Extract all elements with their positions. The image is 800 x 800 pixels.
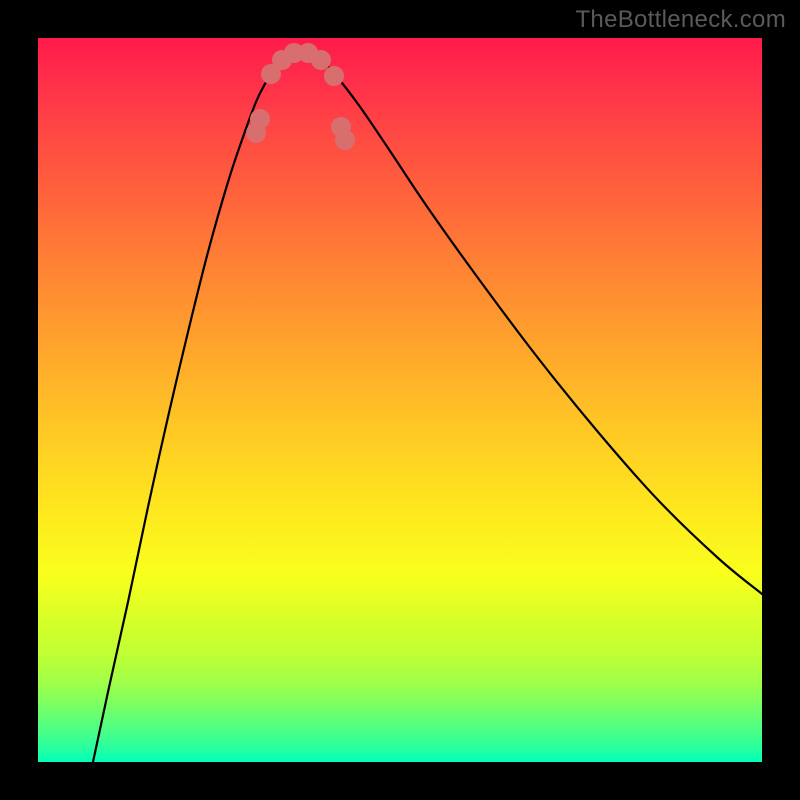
chart-frame <box>0 0 800 800</box>
data-marker <box>324 66 344 86</box>
chart-svg <box>38 38 762 762</box>
watermark-text: TheBottleneck.com <box>575 6 786 34</box>
data-marker <box>250 109 270 129</box>
data-marker <box>311 50 331 70</box>
chart-plot-area <box>38 38 762 762</box>
chart-stage: TheBottleneck.com <box>0 0 800 800</box>
data-marker <box>335 130 355 150</box>
marker-group <box>246 43 355 150</box>
curve-right-branch <box>318 57 762 594</box>
curve-left-branch <box>93 57 282 762</box>
